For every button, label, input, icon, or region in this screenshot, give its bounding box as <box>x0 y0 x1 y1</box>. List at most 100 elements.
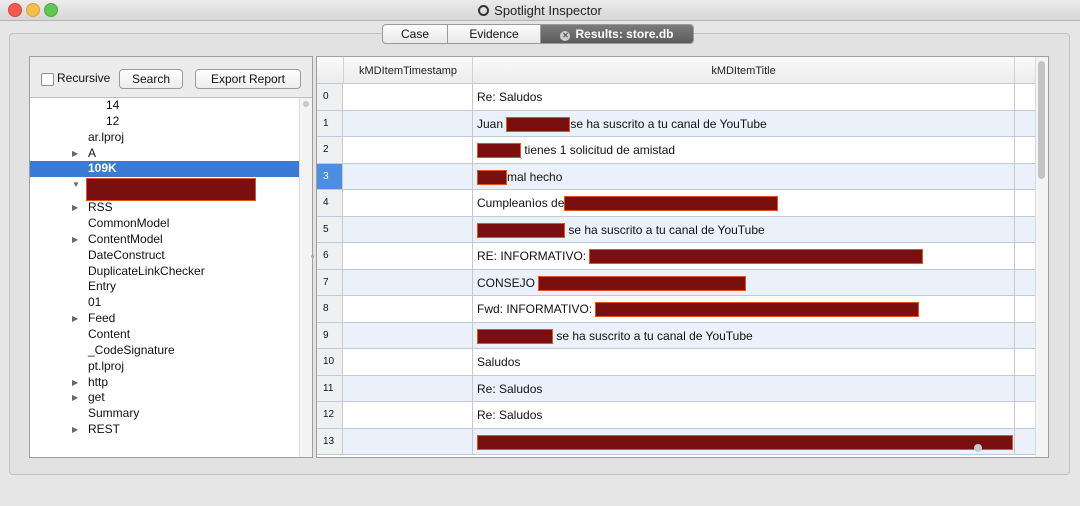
tree-item[interactable]: 01 <box>30 295 300 311</box>
tree-item-label: Entry <box>88 279 117 294</box>
tree-item-label: Content <box>88 326 131 341</box>
tree-item[interactable]: Summary <box>30 406 300 422</box>
tree-item[interactable]: ▶ ContentModel <box>30 232 300 248</box>
tree-item[interactable]: ar.lproj <box>30 130 300 146</box>
tree-item[interactable]: ▼ <box>30 177 300 202</box>
export-report-button[interactable]: Export Report <box>195 69 301 89</box>
tree-item[interactable]: ▶ Feed <box>30 311 300 327</box>
tree-item[interactable]: 12 <box>30 114 300 130</box>
tab-results[interactable]: ✕ Results: store.db <box>541 25 693 43</box>
tab-evidence[interactable]: Evidence <box>448 25 541 43</box>
disclosure-closed-icon[interactable]: ▶ <box>72 146 78 162</box>
tree-item[interactable]: CommonModel <box>30 216 300 232</box>
row-index: 4 <box>317 190 343 216</box>
redaction-block <box>589 249 924 265</box>
tree-item[interactable]: _CodeSignature <box>30 343 300 359</box>
window-title: Spotlight Inspector <box>0 3 1080 18</box>
redaction-block <box>477 222 565 238</box>
tree-item-label: _CodeSignature <box>88 342 175 357</box>
spotlight-icon <box>478 5 490 16</box>
column-header-timestamp[interactable]: kMDItemTimestamp <box>344 57 473 83</box>
results-table: kMDItemTimestamp kMDItemTitle 0 Re: Salud… <box>316 56 1049 458</box>
tree-item-label: REST <box>88 422 121 437</box>
window-title-text: Spotlight Inspector <box>494 3 602 18</box>
file-tree[interactable]: 14 12 ar.lproj ▶ A 109K ▼ ▶ RSS CommonModel ▶ Conte… <box>30 98 300 457</box>
column-divider <box>1014 269 1015 295</box>
title-text: se ha suscrito a tu canal de YouTube <box>565 222 765 237</box>
title-text: Re: Saludos <box>477 381 543 396</box>
tree-item[interactable]: 14 <box>30 98 300 114</box>
tree-item[interactable]: ▶ get <box>30 390 300 406</box>
tree-item-label: ContentModel <box>88 231 163 246</box>
table-scrollbar[interactable] <box>1035 57 1048 457</box>
redaction-block <box>477 434 1013 450</box>
table-row[interactable]: 13 <box>317 428 1048 455</box>
table-row[interactable]: 7 CONSEJO <box>317 269 1048 296</box>
disclosure-open-icon[interactable]: ▼ <box>72 177 80 193</box>
tree-item[interactable]: 109K <box>30 161 300 178</box>
title-text: Juan <box>477 116 507 131</box>
column-divider <box>1014 137 1015 163</box>
disclosure-closed-icon[interactable]: ▶ <box>72 232 78 248</box>
title-cell: tienes 1 solicitud de amistad <box>477 137 1012 163</box>
tree-toolbar: Recursive Search Export Report <box>30 57 312 98</box>
recursive-checkbox[interactable] <box>41 73 54 86</box>
table-row[interactable]: 10 Saludos <box>317 349 1048 376</box>
table-row[interactable]: 3 mal hecho <box>317 163 1048 190</box>
tree-item-label: CommonModel <box>88 216 170 231</box>
title-text: CONSEJO <box>477 275 539 290</box>
search-button[interactable]: Search <box>119 69 183 89</box>
column-divider <box>1014 349 1015 375</box>
scroll-up-icon[interactable] <box>303 101 309 107</box>
column-header-title[interactable]: kMDItemTitle <box>473 57 1015 83</box>
column-divider <box>1014 322 1015 348</box>
table-row[interactable]: 6 RE: INFORMATIVO: <box>317 243 1048 270</box>
tree-item[interactable]: ▶ A <box>30 146 300 162</box>
table-row[interactable]: 2 tienes 1 solicitud de amistad <box>317 137 1048 164</box>
title-cell: Re: Saludos <box>477 84 1012 110</box>
table-row[interactable]: 12 Re: Saludos <box>317 402 1048 429</box>
timestamp-cell <box>344 349 473 375</box>
tree-item[interactable]: Content <box>30 327 300 343</box>
table-row[interactable]: 4 Cumpleanìos de <box>317 190 1048 217</box>
table-row[interactable]: 0 Re: Saludos <box>317 84 1048 111</box>
timestamp-cell <box>344 163 473 189</box>
column-divider <box>1014 402 1015 428</box>
tree-scrollbar[interactable] <box>299 98 312 457</box>
table-row[interactable]: 11 Re: Saludos <box>317 375 1048 402</box>
horizontal-scroll-indicator[interactable] <box>974 444 982 452</box>
table-row[interactable]: 1 Juan se ha suscrito a tu canal de YouTu… <box>317 110 1048 137</box>
timestamp-cell <box>344 428 473 454</box>
tree-item-label: pt.lproj <box>88 358 125 373</box>
tab-case[interactable]: Case <box>383 25 448 43</box>
disclosure-closed-icon[interactable]: ▶ <box>72 375 78 391</box>
disclosure-closed-icon[interactable]: ▶ <box>72 422 78 438</box>
table-row[interactable]: 8 Fwd: INFORMATIVO: <box>317 296 1048 323</box>
tree-item[interactable]: ▶ REST <box>30 422 300 438</box>
column-divider <box>1014 84 1015 110</box>
row-index: 7 <box>317 269 343 295</box>
tree-item-label: Summary <box>88 406 140 421</box>
tree-item[interactable]: DuplicateLinkChecker <box>30 264 300 280</box>
table-row[interactable]: 5 se ha suscrito a tu canal de YouTube <box>317 216 1048 243</box>
split-handle[interactable] <box>311 255 314 258</box>
disclosure-closed-icon[interactable]: ▶ <box>72 390 78 406</box>
tree-item[interactable]: ▶ RSS <box>30 200 300 216</box>
tree-item[interactable]: Entry <box>30 279 300 295</box>
title-cell: Cumpleanìos de <box>477 190 1012 216</box>
disclosure-closed-icon[interactable]: ▶ <box>72 200 78 216</box>
column-divider <box>1014 190 1015 216</box>
disclosure-closed-icon[interactable]: ▶ <box>72 311 78 327</box>
timestamp-cell <box>344 296 473 322</box>
title-cell: RE: INFORMATIVO: <box>477 243 1012 269</box>
tree-item[interactable]: DateConstruct <box>30 248 300 264</box>
index-column-header[interactable] <box>317 57 344 83</box>
timestamp-cell <box>344 190 473 216</box>
table-row[interactable]: 9 se ha suscrito a tu canal de YouTube <box>317 322 1048 349</box>
tree-item[interactable]: pt.lproj <box>30 359 300 375</box>
timestamp-cell <box>344 110 473 136</box>
column-divider <box>1014 243 1015 269</box>
scroll-thumb[interactable] <box>1038 61 1045 179</box>
close-tab-icon[interactable]: ✕ <box>560 31 571 41</box>
tree-item[interactable]: ▶ http <box>30 375 300 391</box>
